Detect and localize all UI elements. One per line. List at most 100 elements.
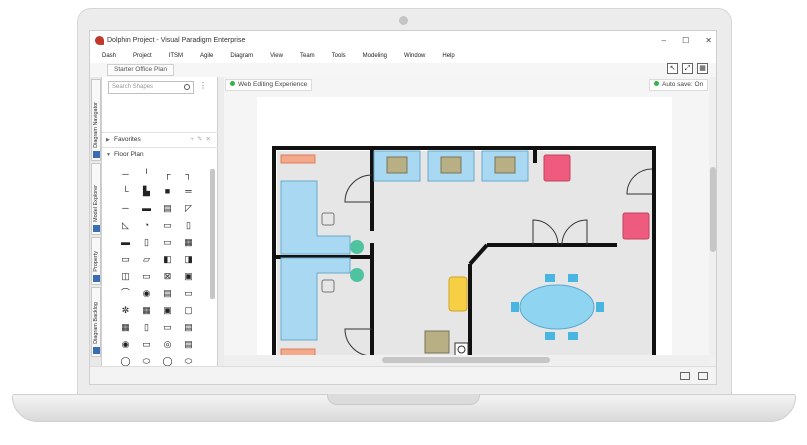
diagram-paper bbox=[257, 97, 672, 355]
shape-item-20[interactable]: ▭ bbox=[117, 254, 134, 265]
shape-item-40[interactable]: ◉ bbox=[117, 339, 134, 350]
breadcrumb[interactable]: Starter Office Plan bbox=[107, 64, 174, 76]
favorites-section[interactable]: ▶ Favorites +✎✕ bbox=[102, 132, 218, 146]
menu-diagram[interactable]: Diagram bbox=[230, 53, 253, 59]
menu-project[interactable]: Project bbox=[133, 53, 152, 59]
shape-item-15[interactable]: ▯ bbox=[180, 220, 197, 231]
menu-view[interactable]: View bbox=[270, 53, 283, 59]
vertical-scroll-thumb[interactable] bbox=[710, 167, 716, 252]
shape-item-14[interactable]: ▭ bbox=[159, 220, 176, 231]
favorites-tools: +✎✕ bbox=[190, 136, 214, 143]
shape-item-32[interactable]: ✼ bbox=[117, 305, 134, 316]
menu-help[interactable]: Help bbox=[442, 53, 454, 59]
plant-upper bbox=[350, 240, 364, 254]
shape-item-2[interactable]: ┌ bbox=[159, 169, 176, 180]
menu-itsm[interactable]: ITSM bbox=[169, 53, 183, 59]
search-shapes-input[interactable]: Search Shapes bbox=[108, 81, 194, 94]
floor-plan-diagram[interactable] bbox=[257, 97, 672, 355]
shape-item-3[interactable]: ┐ bbox=[180, 169, 197, 180]
shape-item-0[interactable]: ─ bbox=[117, 169, 134, 180]
shape-item-21[interactable]: ▱ bbox=[138, 254, 155, 265]
workstation-chair-2 bbox=[440, 156, 462, 174]
more-options-icon[interactable]: ⋮ bbox=[199, 82, 207, 90]
shelf-upper bbox=[280, 154, 316, 164]
shape-item-8[interactable]: ─ bbox=[117, 203, 134, 214]
armchair-pink-top bbox=[543, 154, 571, 182]
shape-item-26[interactable]: ⊠ bbox=[159, 271, 176, 282]
tab-diagram-navigator[interactable]: Diagram Navigator bbox=[91, 79, 101, 161]
shape-item-7[interactable]: ═ bbox=[180, 186, 197, 197]
web-editing-badge[interactable]: Web Editing Experience bbox=[225, 79, 313, 91]
shape-item-16[interactable]: ▬ bbox=[117, 237, 134, 248]
shape-item-1[interactable]: ╵ bbox=[138, 169, 155, 180]
shape-item-5[interactable]: ▙ bbox=[138, 186, 155, 197]
shape-item-38[interactable]: ▭ bbox=[159, 322, 176, 333]
shape-item-28[interactable]: ⌒ bbox=[117, 288, 134, 299]
shape-item-25[interactable]: ▭ bbox=[138, 271, 155, 282]
shape-item-42[interactable]: ◎ bbox=[159, 339, 176, 350]
menu-team[interactable]: Team bbox=[300, 53, 315, 59]
shapes-scrollbar[interactable] bbox=[210, 169, 215, 299]
horizontal-scroll-thumb[interactable] bbox=[382, 357, 550, 363]
search-icon[interactable] bbox=[184, 84, 190, 90]
menu-agile[interactable]: Agile bbox=[200, 53, 213, 59]
shape-item-35[interactable]: ▢ bbox=[180, 305, 197, 316]
laptop-notch bbox=[327, 394, 480, 405]
shape-item-39[interactable]: ▤ bbox=[180, 322, 197, 333]
tab-model-explorer[interactable]: Model Explorer bbox=[91, 163, 101, 235]
menu-window[interactable]: Window bbox=[404, 53, 425, 59]
shape-item-19[interactable]: ▦ bbox=[180, 237, 197, 248]
shape-item-13[interactable]: ◔ bbox=[138, 220, 155, 231]
menu-tools[interactable]: Tools bbox=[332, 53, 346, 59]
mail-icon[interactable] bbox=[680, 372, 690, 380]
layout-icon[interactable]: ▦ bbox=[697, 63, 708, 74]
shape-item-29[interactable]: ◉ bbox=[138, 288, 155, 299]
shape-item-18[interactable]: ▭ bbox=[159, 237, 176, 248]
cabinet bbox=[424, 330, 450, 354]
conf-chair-6 bbox=[596, 302, 604, 312]
tab-diagram-backlog[interactable]: Diagram Backlog bbox=[91, 287, 101, 357]
tab-property-label: Property bbox=[93, 251, 99, 272]
shape-item-37[interactable]: ▯ bbox=[138, 322, 155, 333]
shape-item-6[interactable]: ■ bbox=[159, 186, 176, 197]
shape-item-23[interactable]: ◨ bbox=[180, 254, 197, 265]
menu-modeling[interactable]: Modeling bbox=[363, 53, 387, 59]
shape-item-12[interactable]: ◺ bbox=[117, 220, 134, 231]
shape-item-22[interactable]: ◧ bbox=[159, 254, 176, 265]
workstation-chair-1 bbox=[386, 156, 408, 174]
floor-main bbox=[372, 151, 652, 355]
tab-model-explorer-label: Model Explorer bbox=[93, 185, 99, 222]
tab-property[interactable]: Property bbox=[91, 237, 101, 285]
shape-item-10[interactable]: ▤ bbox=[159, 203, 176, 214]
floor-plan-section[interactable]: ▼ Floor Plan bbox=[102, 147, 218, 161]
shape-item-31[interactable]: ▭ bbox=[180, 288, 197, 299]
document-icon[interactable] bbox=[698, 372, 708, 380]
app-window: Dolphin Project - Visual Paradigm Enterp… bbox=[89, 30, 717, 385]
shape-item-9[interactable]: ▬ bbox=[138, 203, 155, 214]
diagram-canvas[interactable]: Web Editing Experience Auto save: On bbox=[224, 77, 716, 355]
shape-item-43[interactable]: ▤ bbox=[180, 339, 197, 350]
menu-dash[interactable]: Dash bbox=[102, 53, 116, 59]
minimize-button[interactable]: – bbox=[662, 36, 666, 45]
conf-chair-5 bbox=[511, 302, 519, 312]
autosave-badge[interactable]: Auto save: On bbox=[649, 79, 709, 91]
shape-item-24[interactable]: ◫ bbox=[117, 271, 134, 282]
fit-view-icon[interactable]: ⤢ bbox=[682, 63, 693, 74]
shape-item-34[interactable]: ▣ bbox=[159, 305, 176, 316]
shape-item-41[interactable]: ▭ bbox=[138, 339, 155, 350]
close-button[interactable]: ✕ bbox=[705, 36, 712, 45]
app-logo-icon bbox=[95, 35, 104, 45]
pointer-icon[interactable]: ↖ bbox=[667, 63, 678, 74]
shape-item-36[interactable]: ▦ bbox=[117, 322, 134, 333]
maximize-button[interactable]: ☐ bbox=[682, 36, 689, 45]
shape-item-30[interactable]: ▤ bbox=[159, 288, 176, 299]
diagram-toolbar: Starter Office Plan ↖ ⤢ ▦ bbox=[90, 63, 716, 77]
canvas-vertical-scrollbar[interactable] bbox=[709, 77, 716, 355]
shape-item-17[interactable]: ▯ bbox=[138, 237, 155, 248]
shape-item-11[interactable]: ◸ bbox=[180, 203, 197, 214]
shape-item-4[interactable]: └ bbox=[117, 186, 134, 197]
menu-bar: Dash Project ITSM Agile Diagram View Tea… bbox=[90, 49, 716, 63]
shape-item-33[interactable]: ▦ bbox=[138, 305, 155, 316]
shape-item-27[interactable]: ▣ bbox=[180, 271, 197, 282]
canvas-horizontal-scrollbar[interactable] bbox=[224, 356, 709, 364]
